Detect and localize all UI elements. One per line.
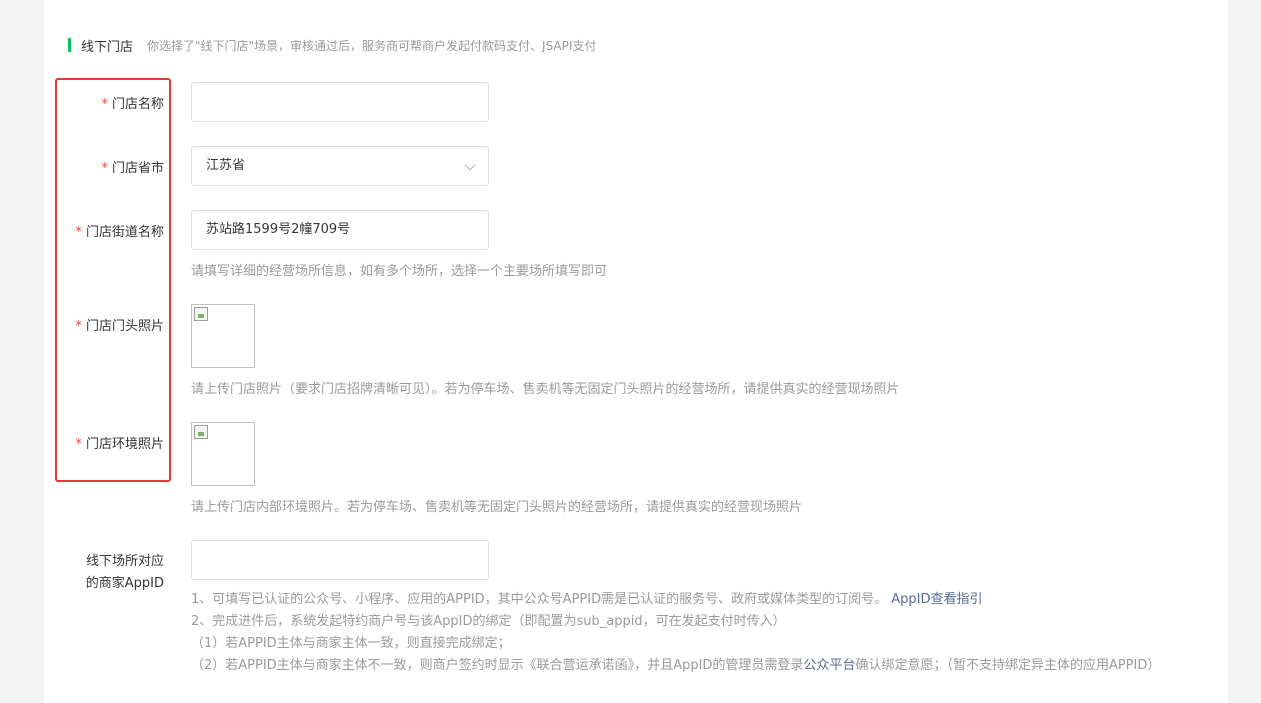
appid-input[interactable] (191, 540, 489, 580)
appid-note-2: 2、完成进件后，系统发起特约商户号与该AppID的绑定（即配置为sub_appi… (191, 614, 786, 629)
store-front-photo-hint: 请上传门店照片（要求门店招牌清晰可见）。若为停车场、售卖机等无固定门头照片的经营… (191, 382, 900, 397)
chevron-down-icon (464, 159, 476, 171)
appid-note-3: （1）若APPID主体与商家主体一致，则直接完成绑定； (191, 636, 511, 651)
section-header: 线下门店 你选择了"线下门店"场景，审核通过后，服务商可帮商户发起付款码支付、J… (68, 36, 597, 55)
required-fields-highlight (55, 78, 171, 482)
required-mark: * (75, 225, 82, 240)
store-province-select[interactable]: 江苏省 (191, 146, 489, 186)
appid-note-1: 1、可填写已认证的公众号、小程序、应用的APPID，其中公众号APPID需是已认… (191, 592, 983, 607)
store-street-hint: 请填写详细的经营场所信息，如有多个场所，选择一个主要场所填写即可 (191, 264, 608, 279)
required-mark: * (75, 437, 82, 452)
broken-image-icon (194, 425, 208, 439)
store-front-photo-label: * 门店门头照片 (75, 319, 164, 334)
store-name-label: * 门店名称 (101, 97, 164, 112)
section-title: 线下门店 (81, 39, 134, 55)
appid-guide-link[interactable]: AppID查看指引 (891, 592, 982, 607)
appid-notes: 1、可填写已认证的公众号、小程序、应用的APPID，其中公众号APPID需是已认… (191, 589, 1201, 677)
appid-note-4: （2）若APPID主体与商家主体不一致，则商户签约时显示《联合营运承诺函》，并且… (191, 658, 1161, 673)
public-platform-link[interactable]: 公众平台 (803, 658, 855, 673)
store-province-label: * 门店省市 (101, 161, 164, 176)
store-name-input[interactable] (191, 82, 489, 122)
store-env-photo-hint: 请上传门店内部环境照片。若为停车场、售卖机等无固定门头照片的经营场所，请提供真实… (191, 500, 803, 515)
store-street-label: * 门店街道名称 (75, 225, 164, 240)
section-description: 你选择了"线下门店"场景，审核通过后，服务商可帮商户发起付款码支付、JSAPI支… (147, 38, 597, 53)
appid-label: 线下场所对应 的商家AppID (85, 554, 164, 591)
store-front-photo-upload[interactable] (191, 304, 255, 368)
section-accent-bar (68, 38, 71, 52)
required-mark: * (75, 319, 82, 334)
store-street-input[interactable]: 苏站路1599号2幢709号 (191, 210, 489, 250)
store-env-photo-label: * 门店环境照片 (75, 437, 164, 452)
required-mark: * (101, 97, 108, 112)
required-mark: * (101, 161, 108, 176)
broken-image-icon (194, 307, 208, 321)
store-env-photo-upload[interactable] (191, 422, 255, 486)
